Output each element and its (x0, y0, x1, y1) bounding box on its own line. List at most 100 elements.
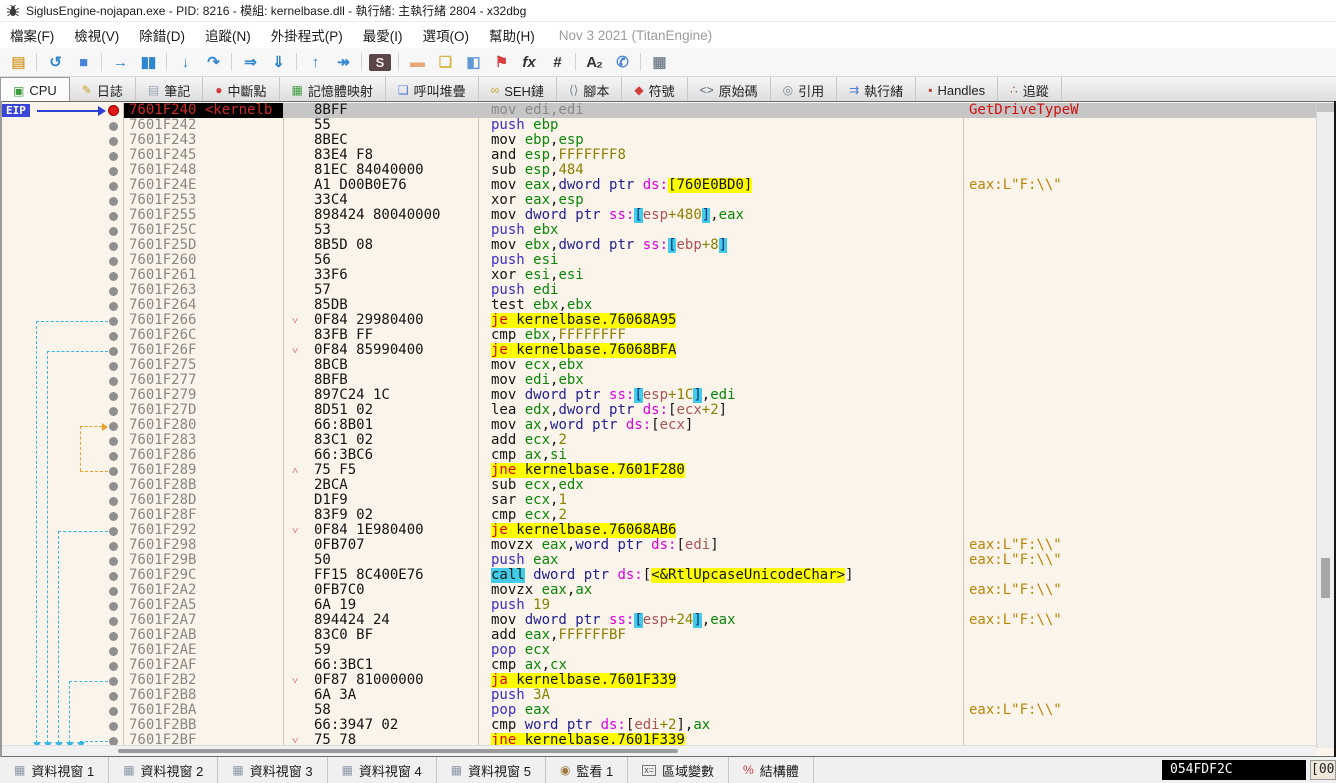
stop-icon[interactable]: ■ (69, 53, 97, 72)
case-sensitive-icon[interactable]: A₂ (580, 53, 608, 72)
instruction-dot[interactable] (109, 407, 118, 416)
disasm-row[interactable]: 7601F2778BFBmov edi,ebx (124, 373, 1316, 388)
instruction-dot[interactable] (109, 692, 118, 701)
instruction-dot[interactable] (109, 137, 118, 146)
instruction-dot[interactable] (109, 647, 118, 656)
instruction-dot[interactable] (109, 542, 118, 551)
tab-symbols[interactable]: ◆符號 (622, 77, 687, 103)
tab-call-stack[interactable]: ❏呼叫堆疊 (386, 77, 479, 103)
instruction-dot[interactable] (109, 242, 118, 251)
breakpoint-dot[interactable] (108, 105, 119, 116)
menu-favourites[interactable]: 最愛(I) (353, 22, 413, 48)
step-over-icon[interactable]: ↷ (199, 52, 227, 72)
disasm-row[interactable]: 7601F25333C4xor eax,esp (124, 193, 1316, 208)
bottom-tab-dump-2[interactable]: ▦資料視窗 2 (109, 757, 218, 783)
instruction-dot[interactable] (109, 197, 118, 206)
disasm-row[interactable]: 7601F28666:3BC6cmp ax,si (124, 448, 1316, 463)
instruction-dot[interactable] (109, 527, 118, 536)
disasm-row[interactable]: 7601F28383C1 02add ecx,2 (124, 433, 1316, 448)
disassembly-panel[interactable]: EIP 7601F240 <kernelb8BFFmov edi,ediGetD… (0, 101, 1336, 757)
execute-till-return-icon[interactable]: ⇓ (264, 52, 292, 72)
instruction-dot[interactable] (109, 272, 118, 281)
instruction-dot[interactable] (109, 722, 118, 731)
disasm-row[interactable]: 7601F2438BECmov ebp,esp (124, 133, 1316, 148)
menu-trace[interactable]: 追蹤(N) (195, 22, 261, 48)
instruction-dot[interactable] (109, 212, 118, 221)
pause-icon[interactable]: ▮▮ (134, 52, 162, 72)
hash-icon[interactable]: # (543, 53, 571, 72)
disasm-row[interactable]: 7601F26C83FB FFcmp ebx,FFFFFFFF (124, 328, 1316, 343)
disasm-row[interactable]: 7601F24881EC 84040000sub esp,484 (124, 163, 1316, 178)
tab-threads[interactable]: ⇉執行緒 (837, 77, 916, 103)
instruction-dot[interactable] (109, 677, 118, 686)
tab-handles[interactable]: ▪Handles (916, 77, 998, 103)
tab-references[interactable]: ◎引用 (771, 77, 838, 103)
bookmark-icon[interactable]: ⚑ (487, 52, 515, 72)
instruction-dot[interactable] (109, 122, 118, 131)
tab-memory-map[interactable]: ▦記憶體映射 (280, 77, 386, 103)
disasm-row[interactable]: 7601F2A56A 19push 19 (124, 598, 1316, 613)
disasm-row[interactable]: 7601F289˄75 F5jne kernelbase.7601F280 (124, 463, 1316, 478)
disasm-row[interactable]: 7601F28066:8B01mov ax,word ptr ds:[ecx] (124, 418, 1316, 433)
instruction-dot[interactable] (109, 557, 118, 566)
disasm-row[interactable]: 7601F240 <kernelb8BFFmov edi,ediGetDrive… (124, 103, 1316, 118)
tab-notes[interactable]: ▤筆記 (136, 77, 203, 103)
step-out-icon[interactable]: ↑ (301, 53, 329, 72)
horizontal-scrollbar[interactable] (2, 745, 1316, 756)
instruction-dot[interactable] (109, 167, 118, 176)
instruction-dot[interactable] (109, 707, 118, 716)
disasm-row[interactable]: 7601F279897C24 1Cmov dword ptr ss:[esp+1… (124, 388, 1316, 403)
disasm-row[interactable]: 7601F2758BCBmov ecx,ebx (124, 358, 1316, 373)
restart-icon[interactable]: ↺ (41, 52, 69, 72)
tab-script[interactable]: ⟨⟩腳本 (557, 77, 622, 103)
disasm-row[interactable]: 7601F266˅0F84 29980400je kernelbase.7606… (124, 313, 1316, 328)
instruction-dot[interactable] (109, 152, 118, 161)
instruction-dot[interactable] (109, 347, 118, 356)
disasm-row[interactable]: 7601F26485DBtest ebx,ebx (124, 298, 1316, 313)
patch-icon[interactable]: ▬ (403, 53, 431, 72)
vertical-scrollbar[interactable] (1316, 103, 1334, 748)
disasm-row[interactable]: 7601F292˅0F84 1E980400je kernelbase.7606… (124, 523, 1316, 538)
instruction-dot[interactable] (109, 182, 118, 191)
disasm-row[interactable]: 7601F26056push esi (124, 253, 1316, 268)
disasm-row[interactable]: 7601F2AB83C0 BFadd eax,FFFFFFBF (124, 628, 1316, 643)
instruction-dot[interactable] (109, 377, 118, 386)
instruction-dot[interactable] (109, 362, 118, 371)
disasm-row[interactable]: 7601F2B2˅0F87 81000000ja kernelbase.7601… (124, 673, 1316, 688)
disasm-row[interactable]: 7601F29B50push eaxeax:L"F:\\" (124, 553, 1316, 568)
disasm-row[interactable]: 7601F26F˅0F84 85990400je kernelbase.7606… (124, 343, 1316, 358)
open-file-icon[interactable]: ▤ (4, 52, 32, 72)
disasm-row[interactable]: 7601F24583E4 F8and esp,FFFFFFF8 (124, 148, 1316, 163)
trace-record-icon[interactable]: S (369, 54, 391, 71)
tab-trace[interactable]: ∴追蹤 (998, 77, 1062, 103)
bottom-tab-dump-1[interactable]: ▦資料視窗 1 (0, 757, 109, 783)
disasm-row[interactable]: 7601F2A7894424 24mov dword ptr ss:[esp+2… (124, 613, 1316, 628)
instruction-dot[interactable] (109, 617, 118, 626)
instruction-dot[interactable] (109, 317, 118, 326)
instruction-dot[interactable] (109, 497, 118, 506)
disasm-row[interactable]: 7601F24255push ebp (124, 118, 1316, 133)
disasm-row[interactable]: 7601F2BA58pop eaxeax:L"F:\\" (124, 703, 1316, 718)
instruction-dot[interactable] (109, 392, 118, 401)
instruction-dot[interactable] (109, 332, 118, 341)
run-icon[interactable]: → (106, 53, 134, 72)
disasm-row[interactable]: 7601F2AF66:3BC1cmp ax,cx (124, 658, 1316, 673)
menu-view[interactable]: 檢視(V) (64, 22, 129, 48)
instruction-dot[interactable] (109, 257, 118, 266)
bottom-tab-watch-1[interactable]: ◉監看 1 (546, 757, 628, 783)
instruction-dot[interactable] (109, 482, 118, 491)
instruction-dot[interactable] (109, 602, 118, 611)
bottom-tab-dump-4[interactable]: ▦資料視窗 4 (328, 757, 437, 783)
disasm-row[interactable]: 7601F28B2BCAsub ecx,edx (124, 478, 1316, 493)
tab-log[interactable]: ✎日誌 (70, 77, 136, 103)
disasm-row[interactable]: 7601F2BB66:3947 02cmp word ptr ds:[edi+2… (124, 718, 1316, 733)
disasm-row[interactable]: 7601F2980FB707movzx eax,word ptr ds:[edi… (124, 538, 1316, 553)
instruction-dot[interactable] (109, 452, 118, 461)
tab-breakpoints[interactable]: ●中斷點 (203, 77, 279, 103)
disasm-row[interactable]: 7601F28DD1F9sar ecx,1 (124, 493, 1316, 508)
function-icon[interactable]: fx (515, 53, 543, 72)
instruction-dot[interactable] (109, 512, 118, 521)
instruction-dot[interactable] (109, 287, 118, 296)
disasm-row[interactable]: 7601F2AE59pop ecx (124, 643, 1316, 658)
menu-help[interactable]: 幫助(H) (479, 22, 545, 48)
